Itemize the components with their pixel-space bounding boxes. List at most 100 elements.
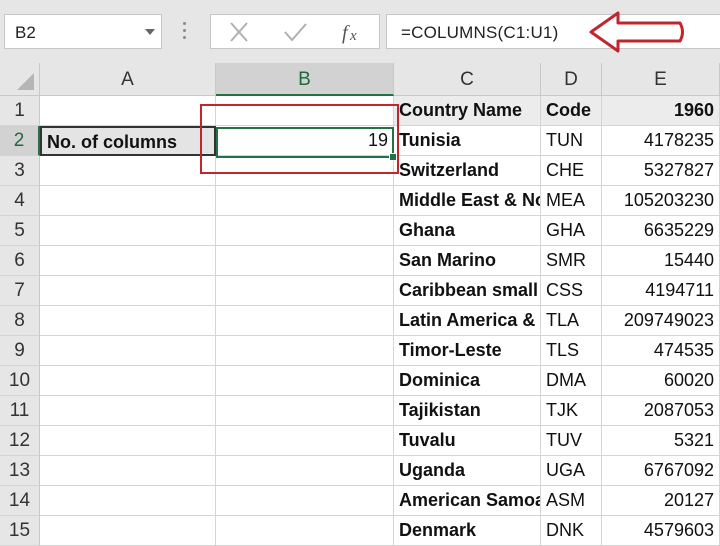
cell-b5[interactable]	[216, 216, 394, 246]
cell-a3[interactable]	[40, 156, 216, 186]
fx-icon[interactable]: f x	[331, 19, 371, 45]
cell-d9[interactable]: TLS	[541, 336, 602, 366]
row-header[interactable]: 2	[0, 126, 40, 156]
cell-d2[interactable]: TUN	[541, 126, 602, 156]
cell-c6[interactable]: San Marino	[394, 246, 541, 276]
cell-a11[interactable]	[40, 396, 216, 426]
cell-c7[interactable]: Caribbean small states	[394, 276, 541, 306]
row-header[interactable]: 14	[0, 486, 40, 516]
cell-e4[interactable]: 105203230	[602, 186, 720, 216]
cell-c10[interactable]: Dominica	[394, 366, 541, 396]
cell-a2[interactable]: No. of columns	[40, 126, 216, 156]
cell-b9[interactable]	[216, 336, 394, 366]
cell-a12[interactable]	[40, 426, 216, 456]
cell-e13[interactable]: 6767092	[602, 456, 720, 486]
column-header-b[interactable]: B	[216, 63, 394, 96]
grip-icon[interactable]	[183, 22, 187, 42]
cell-a7[interactable]	[40, 276, 216, 306]
name-box[interactable]: B2	[4, 14, 162, 49]
row-header[interactable]: 15	[0, 516, 40, 546]
cell-b6[interactable]	[216, 246, 394, 276]
cell-b2[interactable]: 19	[216, 126, 394, 156]
cell-a8[interactable]	[40, 306, 216, 336]
cell-a6[interactable]	[40, 246, 216, 276]
cell-e9[interactable]: 474535	[602, 336, 720, 366]
cell-a14[interactable]	[40, 486, 216, 516]
cell-c4[interactable]: Middle East & North Africa	[394, 186, 541, 216]
cell-d10[interactable]: DMA	[541, 366, 602, 396]
row-header[interactable]: 11	[0, 396, 40, 426]
cell-d11[interactable]: TJK	[541, 396, 602, 426]
row-header[interactable]: 12	[0, 426, 40, 456]
cell-c15[interactable]: Denmark	[394, 516, 541, 546]
cell-c11[interactable]: Tajikistan	[394, 396, 541, 426]
cell-a15[interactable]	[40, 516, 216, 546]
cell-e8[interactable]: 209749023	[602, 306, 720, 336]
cell-a10[interactable]	[40, 366, 216, 396]
cell-b1[interactable]	[216, 96, 394, 126]
cell-b3[interactable]	[216, 156, 394, 186]
row-header[interactable]: 1	[0, 96, 40, 126]
column-header-a[interactable]: A	[40, 63, 216, 96]
cell-c9[interactable]: Timor-Leste	[394, 336, 541, 366]
cell-d13[interactable]: UGA	[541, 456, 602, 486]
cell-d7[interactable]: CSS	[541, 276, 602, 306]
cell-d8[interactable]: TLA	[541, 306, 602, 336]
cell-e10[interactable]: 60020	[602, 366, 720, 396]
cell-b4[interactable]	[216, 186, 394, 216]
cell-b11[interactable]	[216, 396, 394, 426]
row-header[interactable]: 13	[0, 456, 40, 486]
cell-e15[interactable]: 4579603	[602, 516, 720, 546]
row-header[interactable]: 10	[0, 366, 40, 396]
cell-a13[interactable]	[40, 456, 216, 486]
row-header[interactable]: 8	[0, 306, 40, 336]
cell-c2[interactable]: Tunisia	[394, 126, 541, 156]
cell-b15[interactable]	[216, 516, 394, 546]
cell-b8[interactable]	[216, 306, 394, 336]
row-header[interactable]: 7	[0, 276, 40, 306]
close-icon[interactable]	[219, 19, 259, 45]
cell-e12[interactable]: 5321	[602, 426, 720, 456]
cell-a1[interactable]	[40, 96, 216, 126]
cell-b10[interactable]	[216, 366, 394, 396]
fill-handle[interactable]	[389, 153, 397, 161]
cell-b7[interactable]	[216, 276, 394, 306]
cell-d1[interactable]: Code	[541, 96, 602, 126]
cell-c5[interactable]: Ghana	[394, 216, 541, 246]
cell-c12[interactable]: Tuvalu	[394, 426, 541, 456]
cell-e2[interactable]: 4178235	[602, 126, 720, 156]
checkmark-icon[interactable]	[275, 19, 315, 45]
row-header[interactable]: 3	[0, 156, 40, 186]
row-header[interactable]: 5	[0, 216, 40, 246]
cell-b14[interactable]	[216, 486, 394, 516]
chevron-down-icon[interactable]	[145, 29, 155, 35]
column-header-c[interactable]: C	[394, 63, 541, 96]
cell-c8[interactable]: Latin America & Caribbean	[394, 306, 541, 336]
cell-a9[interactable]	[40, 336, 216, 366]
cell-d5[interactable]: GHA	[541, 216, 602, 246]
cell-c3[interactable]: Switzerland	[394, 156, 541, 186]
column-header-d[interactable]: D	[541, 63, 602, 96]
select-all-corner[interactable]	[0, 63, 40, 96]
cell-c14[interactable]: American Samoa	[394, 486, 541, 516]
cell-d3[interactable]: CHE	[541, 156, 602, 186]
column-header-e[interactable]: E	[602, 63, 720, 96]
row-header[interactable]: 9	[0, 336, 40, 366]
row-header[interactable]: 6	[0, 246, 40, 276]
cell-e1[interactable]: 1960	[602, 96, 720, 126]
cell-a4[interactable]	[40, 186, 216, 216]
cell-b12[interactable]	[216, 426, 394, 456]
cell-d6[interactable]: SMR	[541, 246, 602, 276]
row-header[interactable]: 4	[0, 186, 40, 216]
cell-e3[interactable]: 5327827	[602, 156, 720, 186]
cell-a5[interactable]	[40, 216, 216, 246]
cell-e6[interactable]: 15440	[602, 246, 720, 276]
cell-c13[interactable]: Uganda	[394, 456, 541, 486]
cell-e11[interactable]: 2087053	[602, 396, 720, 426]
cell-b13[interactable]	[216, 456, 394, 486]
cell-c1[interactable]: Country Name	[394, 96, 541, 126]
cell-e14[interactable]: 20127	[602, 486, 720, 516]
cell-d14[interactable]: ASM	[541, 486, 602, 516]
cell-d12[interactable]: TUV	[541, 426, 602, 456]
cell-d4[interactable]: MEA	[541, 186, 602, 216]
